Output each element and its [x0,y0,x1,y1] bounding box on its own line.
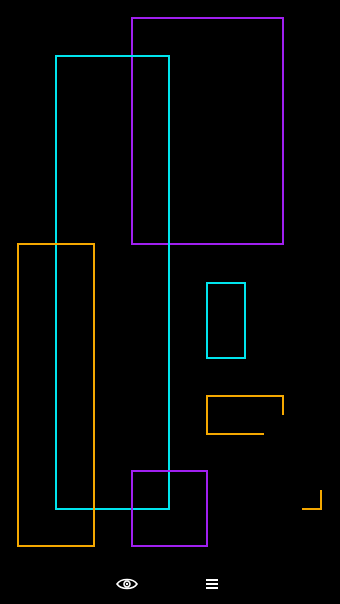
bottom-toolbar [0,564,340,604]
orange-corner-piece[interactable] [302,490,322,510]
cyan-rect-tall[interactable] [55,55,170,510]
purple-rect-large[interactable] [131,17,284,245]
orange-bracket-open[interactable] [206,395,284,435]
visibility-button[interactable] [113,570,141,598]
game-screen [0,0,340,604]
game-board[interactable] [0,0,340,604]
menu-button[interactable] [198,570,226,598]
cyan-rect-small[interactable] [206,282,246,359]
eye-icon [116,578,138,590]
menu-icon [206,579,218,589]
